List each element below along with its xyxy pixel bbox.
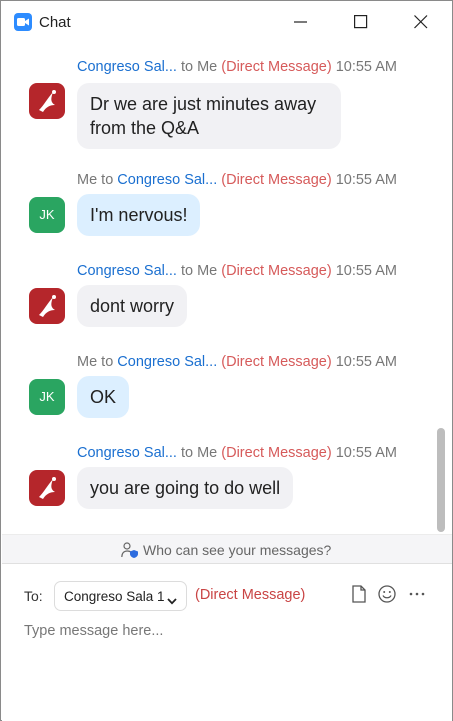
message-bubble: I'm nervous! — [77, 194, 201, 236]
sender-avatar[interactable] — [29, 470, 65, 506]
message-type: (Direct Message) — [221, 59, 332, 75]
sender-text: Me to — [77, 354, 114, 370]
message-time: 10:55 AM — [335, 59, 397, 75]
message-list[interactable]: Congreso Sal... to Me (Direct Message) 1… — [2, 42, 452, 534]
privacy-link[interactable]: Who can see your messages? — [143, 542, 331, 558]
sender-name[interactable]: Congreso Sal... — [77, 445, 177, 461]
scrollbar-thumb[interactable] — [437, 428, 445, 532]
sender-name[interactable]: Congreso Sal... — [77, 263, 177, 279]
recipient-text: to Me — [180, 263, 218, 279]
message-header: Me to Congreso Sal... (Direct Message) 1… — [77, 172, 397, 188]
message-type: (Direct Message) — [221, 172, 332, 188]
chevron-down-icon — [167, 592, 177, 610]
recipient-text: to Me — [180, 59, 218, 75]
sender-avatar[interactable] — [29, 83, 65, 119]
message-bubble: dont worry — [77, 285, 188, 327]
title-bar: Chat — [2, 2, 452, 42]
organization-logo-icon — [39, 477, 56, 499]
message-type: (Direct Message) — [221, 445, 332, 461]
maximize-button[interactable] — [332, 2, 390, 42]
message-header: Me to Congreso Sal... (Direct Message) 1… — [77, 354, 397, 370]
message-time: 10:55 AM — [335, 445, 397, 461]
sender-name[interactable]: Congreso Sal... — [77, 59, 177, 75]
message-time: 10:55 AM — [335, 354, 397, 370]
message-header: Congreso Sal... to Me (Direct Message) 1… — [77, 263, 397, 279]
file-icon[interactable] — [349, 584, 369, 604]
message-bubble: you are going to do well — [77, 467, 294, 509]
message-type: (Direct Message) — [221, 354, 332, 370]
message-bubble: OK — [77, 376, 130, 418]
organization-logo-icon — [39, 90, 56, 112]
to-label: To: — [24, 588, 43, 604]
recipient-type: (Direct Message) — [195, 587, 306, 603]
my-avatar[interactable]: JK — [29, 197, 65, 233]
chat-window: Chat Congreso Sal... to Me (Direct Messa… — [0, 0, 453, 721]
compose-area: To: Congreso Sala 1 (Direct Message) — [2, 564, 452, 721]
recipient-selected: Congreso Sala 1 — [64, 589, 165, 604]
message-time: 10:55 AM — [335, 263, 397, 279]
recipient-name[interactable]: Congreso Sal... — [117, 354, 217, 370]
message-input[interactable] — [24, 619, 424, 643]
message-time: 10:55 AM — [335, 172, 397, 188]
recipient-name[interactable]: Congreso Sal... — [117, 172, 217, 188]
sender-avatar[interactable] — [29, 288, 65, 324]
user-shield-icon — [121, 542, 139, 563]
sender-text: Me to — [77, 172, 114, 188]
message-bubble: Dr we are just minutes away from the Q&A — [77, 83, 341, 149]
organization-logo-icon — [39, 295, 56, 317]
minimize-button[interactable] — [272, 2, 330, 42]
close-button[interactable] — [392, 2, 450, 42]
message-header: Congreso Sal... to Me (Direct Message) 1… — [77, 445, 397, 461]
recipient-dropdown[interactable]: Congreso Sala 1 — [54, 581, 187, 611]
message-header: Congreso Sal... to Me (Direct Message) 1… — [77, 59, 397, 75]
zoom-app-icon — [14, 13, 32, 31]
my-avatar[interactable]: JK — [29, 379, 65, 415]
privacy-info-bar[interactable]: Who can see your messages? — [2, 534, 452, 564]
message-type: (Direct Message) — [221, 263, 332, 279]
message-scrollbar[interactable] — [435, 42, 445, 534]
emoji-icon[interactable] — [377, 584, 397, 604]
window-title: Chat — [39, 14, 71, 31]
more-options-icon[interactable] — [407, 584, 427, 604]
recipient-text: to Me — [180, 445, 218, 461]
